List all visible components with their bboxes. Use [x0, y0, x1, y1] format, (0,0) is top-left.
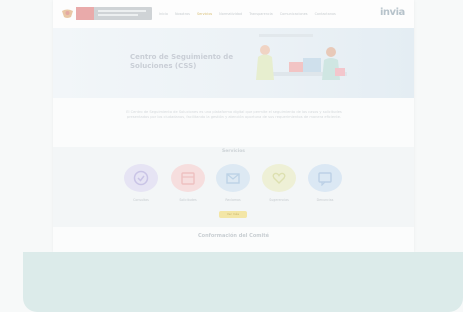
message-icon [318, 172, 332, 186]
service-circle [124, 164, 158, 192]
hero-title: Centro de Seguimiento de Soluciones (CSS… [130, 53, 234, 70]
service-denuncias[interactable]: Denuncias [307, 164, 343, 212]
invia-logo[interactable]: invia [380, 7, 405, 18]
nav-item-servicios[interactable]: Servicios [197, 12, 212, 16]
more-services-button[interactable]: Ver más [219, 211, 247, 218]
site-header: Inicio Nosotros Servicios Normatividad T… [53, 0, 414, 28]
check-circle-icon [133, 170, 149, 186]
service-reclamos[interactable]: Reclamos [215, 164, 251, 212]
heart-icon [272, 172, 286, 184]
nav-item-inicio[interactable]: Inicio [159, 12, 168, 16]
service-label: Consultas [133, 198, 149, 202]
service-solicitudes[interactable]: Solicitudes [170, 164, 206, 212]
service-consultas[interactable]: Consultas [123, 164, 159, 212]
calendar-icon [181, 172, 195, 185]
mail-icon [226, 173, 240, 184]
service-circle [171, 164, 205, 192]
intro-paragraph: El Centro de Seguimiento de Soluciones e… [126, 110, 342, 119]
service-circle [262, 164, 296, 192]
nav-item-comunicaciones[interactable]: Comunicaciones [280, 12, 308, 16]
service-circle [216, 164, 250, 192]
main-nav: Inicio Nosotros Servicios Normatividad T… [159, 12, 336, 16]
nav-item-contactanos[interactable]: Contactanos [315, 12, 336, 16]
hero-illustration-icon [256, 34, 347, 80]
service-label: Solicitudes [179, 198, 197, 202]
hero-banner: Centro de Seguimiento de Soluciones (CSS… [53, 28, 414, 98]
service-label: Sugerencias [269, 198, 289, 202]
nav-item-nosotros[interactable]: Nosotros [175, 12, 190, 16]
committee-section-title: Conformación del Comité [198, 233, 269, 239]
services-title: Servicios [222, 149, 245, 154]
shield-logo-icon [62, 9, 73, 18]
page-frame: Inicio Nosotros Servicios Normatividad T… [53, 0, 414, 252]
service-label: Reclamos [225, 198, 241, 202]
service-label: Denuncias [316, 198, 334, 202]
nav-item-normatividad[interactable]: Normatividad [219, 12, 242, 16]
services-section: Servicios Consultas Solicitudes Reclamos… [53, 147, 414, 227]
gov-logo-badge[interactable] [76, 7, 152, 20]
bottom-panel [23, 252, 463, 312]
nav-item-transparencia[interactable]: Transparencia [249, 12, 273, 16]
service-sugerencias[interactable]: Sugerencias [261, 164, 297, 212]
service-circle [308, 164, 342, 192]
